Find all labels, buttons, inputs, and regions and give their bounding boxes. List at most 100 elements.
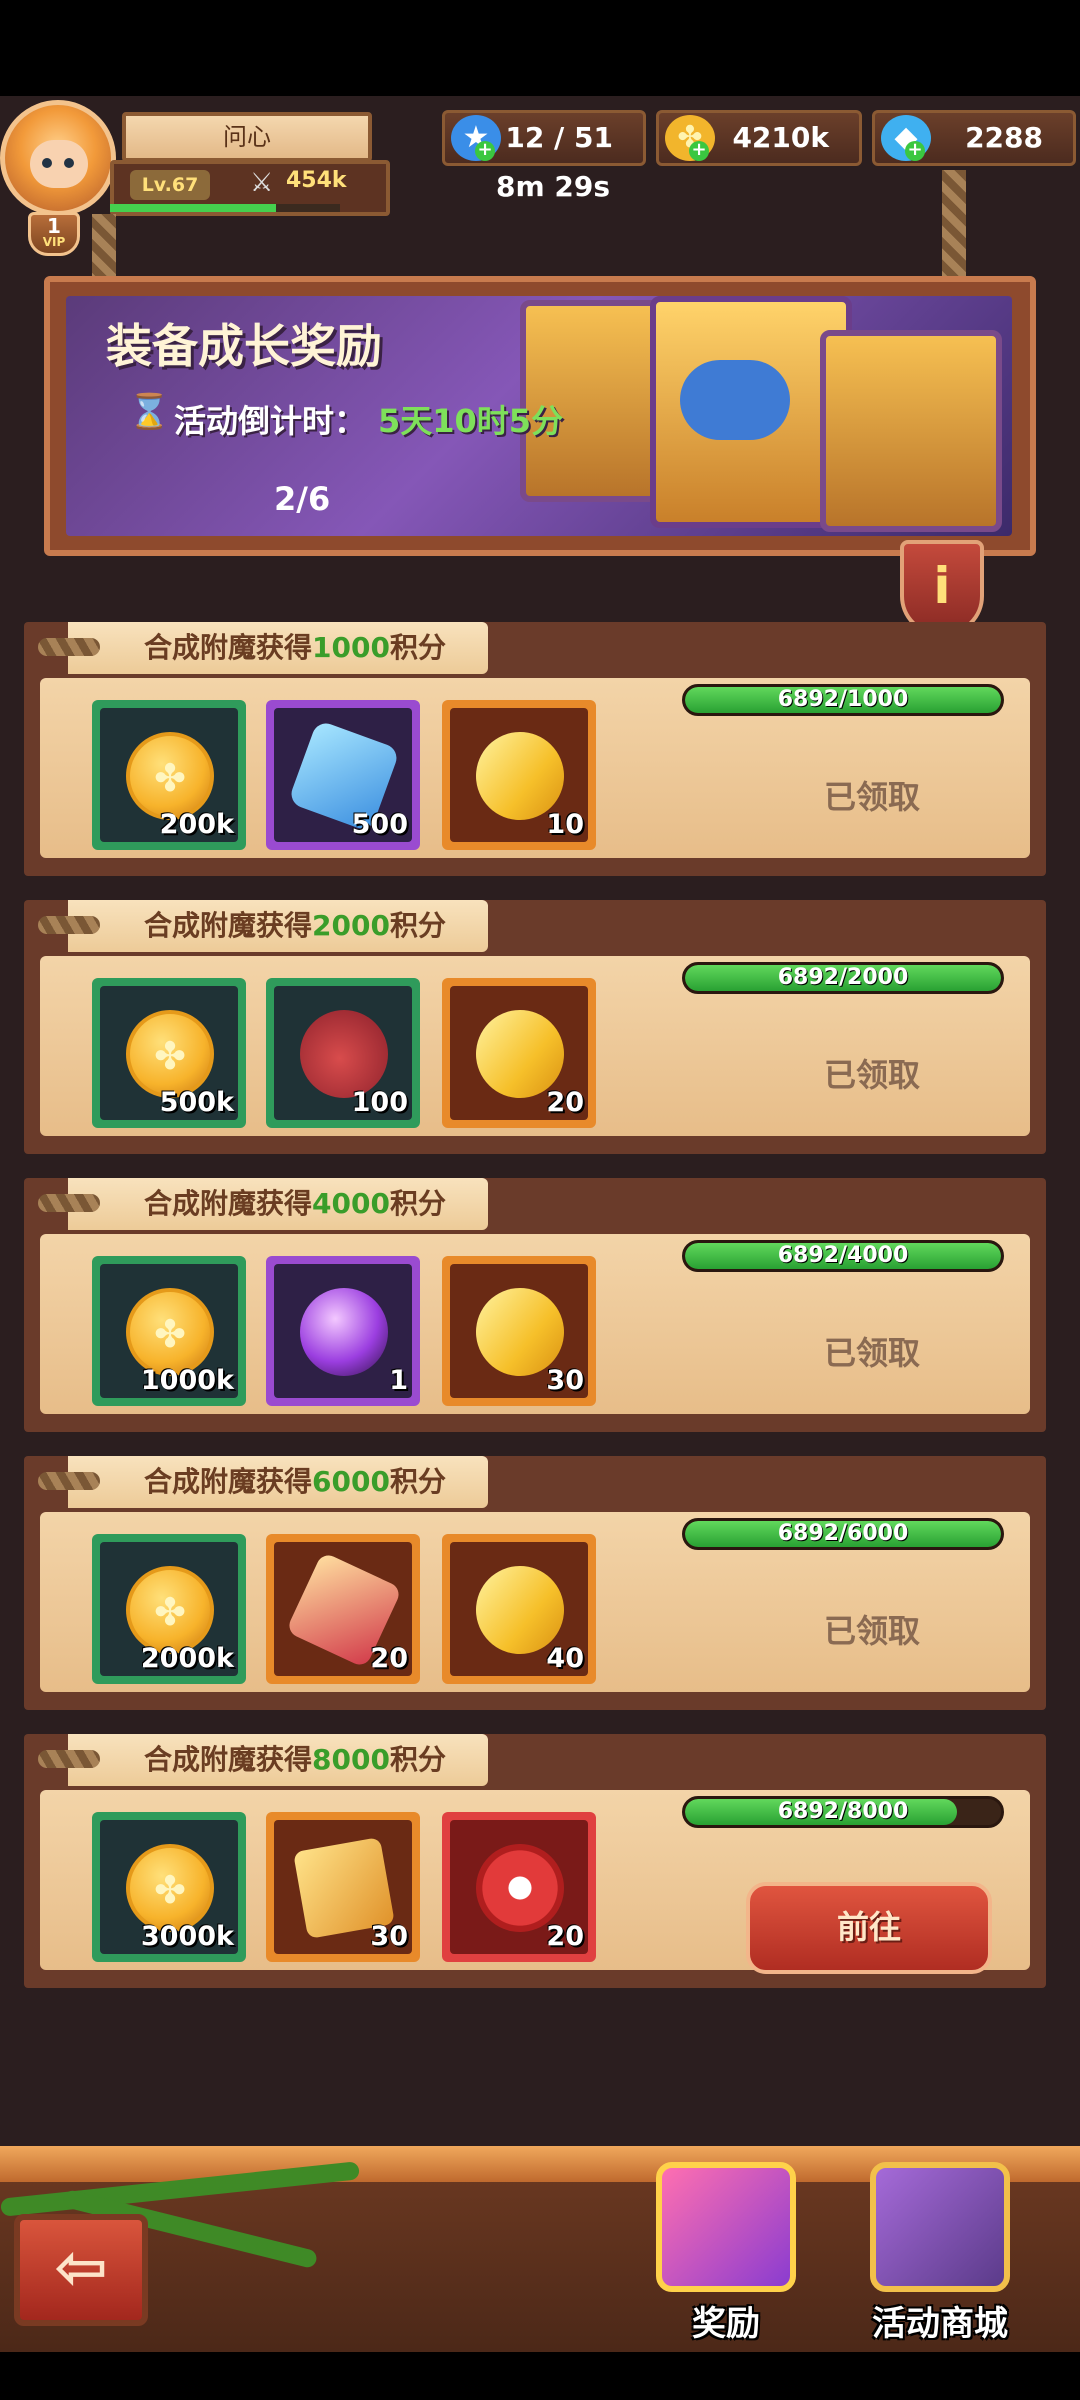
event-shop-button[interactable]: 活动商城 [850,2162,1030,2352]
rope-knot-icon [38,916,100,934]
reward-progress-bar: 6892/8000 [682,1796,1004,1828]
reward-row-header: 合成附魔获得6000积分 [38,1456,488,1508]
gold-coin-icon: ✤ [126,1288,214,1376]
progress-text: 6892/1000 [777,687,909,712]
header-points: 6000 [312,1465,390,1498]
header-suffix: 积分 [389,1465,446,1498]
status-bar [0,0,1080,96]
rope-knot-icon [38,1750,100,1768]
reward-item-paw-token[interactable]: 20 [442,1812,596,1962]
add-gold-icon[interactable]: + [689,141,709,161]
gem-value: 2288 [965,121,1043,154]
reward-row: 合成附魔获得6000积分 ✤ 2000k 20 40 6892/6000 已领取 [24,1456,1046,1710]
header-prefix: 合成附魔获得 [144,1187,313,1220]
item-quantity: 500 [351,809,408,840]
countdown-value: 5天10时5分 [378,402,564,440]
navigation-bar [0,2352,1080,2400]
gold-coin-icon: ✤ [126,732,214,820]
header-suffix: 积分 [389,1743,446,1776]
reward-item-gold-coin[interactable]: ✤ 500k [92,978,246,1128]
reward-row: 合成附魔获得2000积分 ✤ 500k 100 20 6892/2000 已领取 [24,900,1046,1154]
item-quantity: 40 [546,1643,584,1674]
hourglass-icon: ⌛ [128,392,171,432]
vip-badge[interactable]: 1 VIP [28,212,80,256]
header-points: 8000 [312,1743,390,1776]
equipment-loot-image [680,360,790,440]
event-shop-label: 活动商城 [872,2304,1008,2344]
progress-text: 6892/2000 [777,965,909,990]
header-prefix: 合成附魔获得 [144,909,313,942]
claimed-status: 已领取 [824,1612,921,1650]
item-quantity: 3000k [140,1921,234,1952]
reward-row-header: 合成附魔获得2000积分 [38,900,488,952]
header-suffix: 积分 [389,631,446,664]
player-power: 454k [286,168,347,193]
item-quantity: 10 [546,809,584,840]
reward-item-gold-ore[interactable]: 40 [442,1534,596,1684]
header-prefix: 合成附魔获得 [144,631,313,664]
goto-button[interactable]: 前往 [746,1882,992,1974]
reward-row-header: 合成附魔获得1000积分 [38,622,488,674]
claimed-status: 已领取 [824,1056,921,1094]
reward-row-header: 合成附魔获得4000积分 [38,1178,488,1230]
page-indicator: 2/6 [274,480,331,518]
reward-item-gold-ore[interactable]: 20 [442,978,596,1128]
item-quantity: 20 [546,1087,584,1118]
player-name: 问心 [122,112,372,162]
reward-row: 合成附魔获得8000积分 ✤ 3000k 30 20 6892/8000 前往 [24,1734,1046,1988]
paw-token-icon [476,1844,564,1932]
progress-text: 6892/6000 [777,1521,909,1546]
treasure-shop-icon [870,2162,1010,2292]
gold-value: 4210k [732,121,829,154]
reward-item-gold-coin[interactable]: ✤ 1000k [92,1256,246,1406]
avatar-face [30,140,88,188]
header-points: 2000 [312,909,390,942]
reward-row-header: 合成附魔获得8000积分 [38,1734,488,1786]
progress-text: 6892/4000 [777,1243,909,1268]
reward-item-rose-scroll[interactable]: 20 [266,1534,420,1684]
item-quantity: 1000k [140,1365,234,1396]
item-quantity: 20 [546,1921,584,1952]
reward-item-gold-coin[interactable]: ✤ 2000k [92,1534,246,1684]
header-prefix: 合成附魔获得 [144,1465,313,1498]
reward-item-red-pouch[interactable]: 100 [266,978,420,1128]
magic-staff-icon [300,1288,388,1376]
add-energy-icon[interactable]: + [475,141,495,161]
player-level: Lv.67 [130,170,210,200]
reward-item-gold-ore[interactable]: 10 [442,700,596,850]
red-pouch-icon [300,1010,388,1098]
reward-item-golden-cross[interactable]: 30 [266,1812,420,1962]
item-quantity: 1 [389,1365,408,1396]
reward-row: 合成附魔获得1000积分 ✤ 200k 500 10 6892/1000 已领取 [24,622,1046,876]
reward-item-gold-ore[interactable]: 30 [442,1256,596,1406]
claimed-status: 已领取 [824,1334,921,1372]
claimed-status: 已领取 [824,778,921,816]
vip-label: VIP [42,235,66,249]
gem-counter[interactable]: ◆ + 2288 [872,110,1076,166]
energy-value: 12 / 51 [505,121,613,154]
rope-knot-icon [38,638,100,656]
back-button[interactable]: ⇦ [14,2214,148,2326]
header-points: 1000 [312,631,390,664]
energy-timer: 8m 29s [496,170,611,203]
reward-item-blue-crystal[interactable]: 500 [266,700,420,850]
gift-box-icon [656,2162,796,2292]
item-quantity: 100 [351,1087,408,1118]
header-suffix: 积分 [389,1187,446,1220]
reward-item-gold-coin[interactable]: ✤ 3000k [92,1812,246,1962]
reward-item-gold-coin[interactable]: ✤ 200k [92,700,246,850]
reward-item-magic-staff[interactable]: 1 [266,1256,420,1406]
hanging-rope [942,170,966,282]
reward-progress-bar: 6892/1000 [682,684,1004,716]
treasure-chest-image [820,330,1002,532]
hanging-rope [92,214,116,284]
progress-text: 6892/8000 [777,1799,909,1824]
exp-bar [110,204,340,212]
banner-title: 装备成长奖励 [106,319,382,373]
gold-counter[interactable]: ✤ + 4210k [656,110,862,166]
energy-counter[interactable]: ★ + 12 / 51 [442,110,646,166]
crossed-swords-icon: ⚔ [250,168,274,198]
add-gem-icon[interactable]: + [905,141,925,161]
reward-tab-button[interactable]: 奖励 [636,2162,816,2352]
gold-coin-icon: ✤ [126,1844,214,1932]
